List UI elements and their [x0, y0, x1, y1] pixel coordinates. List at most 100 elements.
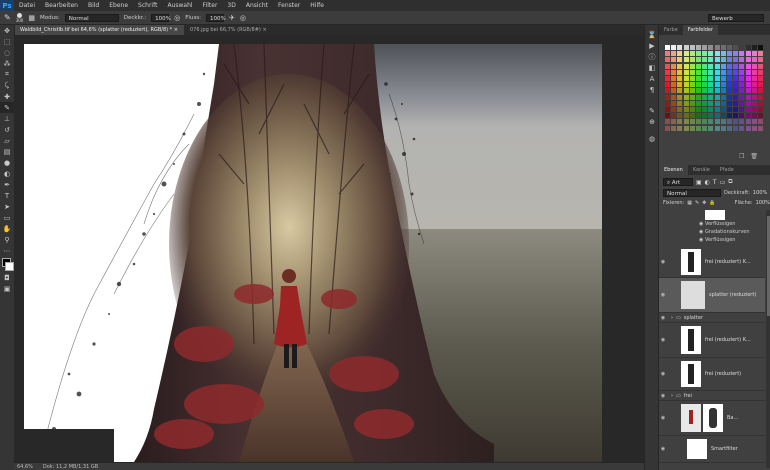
color-swatch[interactable] [665, 100, 670, 106]
color-swatch[interactable] [751, 69, 757, 75]
eye-icon[interactable]: ◉ [659, 415, 667, 421]
color-swatch[interactable] [727, 45, 732, 50]
pressure-opacity-icon[interactable]: ◎ [174, 14, 180, 22]
color-swatch[interactable] [733, 100, 739, 106]
color-swatches[interactable] [0, 256, 14, 272]
filter-shape-icon[interactable]: ▭ [720, 179, 726, 186]
color-swatch[interactable] [720, 45, 726, 50]
layer-row[interactable]: ◉ frei (reduziert) K... [659, 247, 765, 278]
lock-pixels-icon[interactable]: ▦ [687, 200, 692, 206]
brush-tool-icon[interactable]: ✎ [4, 13, 11, 22]
properties-icon[interactable]: ⓘ [645, 51, 659, 62]
color-swatch[interactable] [683, 63, 689, 69]
color-swatch[interactable] [739, 63, 745, 69]
color-swatch[interactable] [677, 88, 683, 94]
filter-kind-select[interactable]: ⌕ Art [663, 178, 693, 186]
color-swatch[interactable] [720, 57, 726, 63]
history-icon[interactable]: ⌛ [645, 29, 659, 40]
color-swatch[interactable] [689, 76, 695, 81]
tab-channels[interactable]: Kanäle [688, 165, 715, 175]
fx-item[interactable]: ◉ Gradationskurven [699, 229, 750, 236]
color-swatch[interactable] [745, 57, 751, 63]
color-swatch[interactable] [758, 51, 763, 57]
paragraph-icon[interactable]: ¶ [645, 84, 659, 95]
color-swatch[interactable] [702, 63, 708, 69]
color-swatch[interactable] [708, 125, 714, 131]
color-swatch[interactable] [683, 119, 689, 125]
color-swatch[interactable] [702, 82, 708, 88]
color-swatch[interactable] [696, 113, 701, 119]
crop-tool-icon[interactable]: ⌗ [0, 69, 14, 80]
filter-type-icon[interactable]: T [713, 179, 717, 186]
color-swatch[interactable] [683, 94, 689, 100]
color-swatch[interactable] [739, 76, 745, 81]
color-swatch[interactable] [683, 69, 689, 75]
color-swatch[interactable] [714, 107, 720, 112]
menu-item-fenster[interactable]: Fenster [273, 2, 305, 9]
lock-paint-icon[interactable]: ✎ [695, 200, 699, 206]
more-tools-icon[interactable]: ⋯ [0, 245, 14, 256]
color-swatch[interactable] [702, 76, 708, 81]
color-swatch[interactable] [689, 113, 695, 119]
color-swatch[interactable] [683, 113, 689, 119]
color-swatch[interactable] [689, 69, 695, 75]
eye-icon[interactable]: ◉ [659, 315, 667, 321]
color-swatch[interactable] [745, 45, 751, 50]
color-swatch[interactable] [677, 125, 683, 131]
color-swatch[interactable] [714, 63, 720, 69]
color-swatch[interactable] [702, 69, 708, 75]
color-swatch[interactable] [727, 94, 732, 100]
color-swatch[interactable] [689, 82, 695, 88]
glyphs-icon[interactable]: ◍ [645, 133, 659, 144]
tab-color[interactable]: Farbe [659, 25, 683, 35]
color-swatch[interactable] [696, 94, 701, 100]
color-swatch[interactable] [665, 45, 670, 50]
color-swatch[interactable] [696, 125, 701, 131]
play-actions-icon[interactable]: ▶ [645, 40, 659, 51]
color-swatch[interactable] [702, 119, 708, 125]
color-swatch[interactable] [708, 82, 714, 88]
healing-tool-icon[interactable]: ✚ [0, 91, 14, 102]
layer-row[interactable]: ◉ frei (reduziert) [659, 358, 765, 391]
color-swatch[interactable] [727, 57, 732, 63]
color-swatch[interactable] [702, 94, 708, 100]
menu-item-filter[interactable]: Filter [198, 2, 223, 9]
new-swatch-icon[interactable]: ❐ [739, 153, 744, 160]
color-swatch[interactable] [708, 51, 714, 57]
history-brush-tool-icon[interactable]: ↺ [0, 124, 14, 135]
color-swatch[interactable] [702, 125, 708, 131]
photoshop-logo[interactable]: Ps [0, 0, 14, 11]
airbrush-icon[interactable]: ✈ [229, 14, 235, 22]
color-swatch[interactable] [727, 125, 732, 131]
color-swatch[interactable] [745, 82, 751, 88]
color-swatch[interactable] [739, 119, 745, 125]
color-swatch[interactable] [714, 45, 720, 50]
color-swatch[interactable] [702, 100, 708, 106]
color-swatch[interactable] [727, 51, 732, 57]
layer-group[interactable]: ◉ › ▭ frei [659, 391, 765, 401]
color-swatch[interactable] [708, 107, 714, 112]
color-swatch[interactable] [689, 107, 695, 112]
screen-mode-icon[interactable]: ▣ [0, 283, 14, 294]
color-swatch[interactable] [727, 82, 732, 88]
color-swatch[interactable] [739, 100, 745, 106]
color-swatch[interactable] [739, 57, 745, 63]
eye-icon[interactable]: ◉ [659, 371, 667, 377]
workspace-select[interactable]: Bewerb [708, 14, 764, 22]
color-swatch[interactable] [727, 76, 732, 81]
eye-icon[interactable]: ◉ [659, 259, 667, 265]
layer-row[interactable]: ◉ Ba... [659, 401, 765, 436]
color-swatch[interactable] [720, 51, 726, 57]
color-swatch[interactable] [751, 119, 757, 125]
eye-icon[interactable]: ◉ [659, 446, 667, 452]
color-swatch[interactable] [733, 51, 739, 57]
color-swatch[interactable] [733, 107, 739, 112]
brush-preset-picker[interactable]: 300 [16, 12, 23, 23]
color-swatch[interactable] [720, 113, 726, 119]
color-swatch[interactable] [677, 51, 683, 57]
color-swatch[interactable] [751, 57, 757, 63]
color-swatch[interactable] [714, 94, 720, 100]
color-swatch[interactable] [665, 119, 670, 125]
pressure-size-icon[interactable]: ◎ [240, 14, 246, 22]
brush-tool-icon[interactable]: ✎ [0, 102, 14, 113]
